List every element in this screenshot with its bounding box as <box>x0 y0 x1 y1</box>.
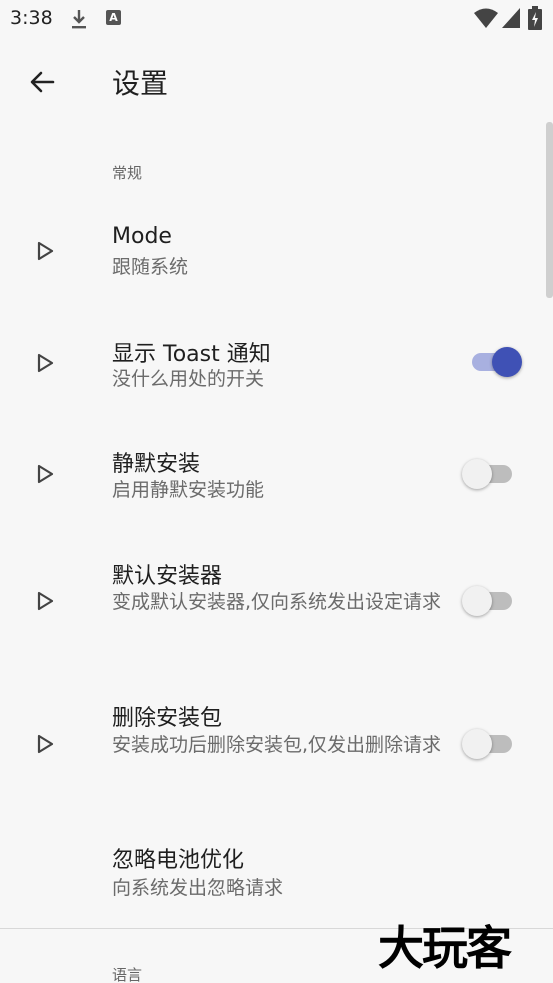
play-outline-icon <box>37 464 54 484</box>
silent-install-switch[interactable] <box>462 459 516 489</box>
pref-summary: 启用静默安装功能 <box>112 479 265 501</box>
page-title: 设置 <box>112 67 169 100</box>
play-outline-icon <box>37 353 54 373</box>
pref-default-installer[interactable]: 默认安装器 变成默认安装器,仅向系统发出设定请求 <box>0 546 553 686</box>
play-outline-icon <box>37 734 54 754</box>
toolbar: 设置 <box>0 38 553 124</box>
pref-summary: 没什么用处的开关 <box>112 368 265 390</box>
switch-thumb <box>492 347 522 377</box>
pref-mode[interactable]: Mode 跟随系统 <box>0 210 553 320</box>
delete-package-switch[interactable] <box>462 729 516 759</box>
signal-icon <box>502 8 520 28</box>
pref-summary: 向系统发出忽略请求 <box>112 877 284 899</box>
default-installer-switch[interactable] <box>462 586 516 616</box>
category-general: 常规 <box>112 164 143 182</box>
watermark: 大玩客 <box>378 921 512 975</box>
switch-thumb <box>462 586 492 616</box>
download-icon <box>72 10 86 29</box>
pref-summary: 变成默认安装器,仅向系统发出设定请求 <box>112 591 442 613</box>
battery-charging-icon <box>528 6 542 30</box>
play-outline-icon <box>37 241 54 261</box>
arrow-back-icon <box>30 71 55 93</box>
toast-switch[interactable] <box>462 347 522 377</box>
pref-summary: 跟随系统 <box>112 256 189 278</box>
pref-title: 忽略电池优化 <box>112 848 245 873</box>
pref-show-toast[interactable]: 显示 Toast 通知 没什么用处的开关 <box>0 322 553 432</box>
pref-silent-install[interactable]: 静默安装 启用静默安装功能 <box>0 434 553 544</box>
status-bar: 3:38 A <box>0 0 553 38</box>
pref-title: 删除安装包 <box>112 706 223 731</box>
wifi-icon <box>474 8 498 28</box>
back-button[interactable] <box>20 60 64 104</box>
status-time: 3:38 <box>10 7 53 29</box>
pref-summary: 安装成功后删除安装包,仅发出删除请求 <box>112 734 442 756</box>
switch-thumb <box>462 729 492 759</box>
pref-title: Mode <box>112 224 172 249</box>
category-language: 语言 <box>112 966 143 983</box>
pref-delete-package[interactable]: 删除安装包 安装成功后删除安装包,仅发出删除请求 <box>0 688 553 828</box>
app-notification-icon: A <box>106 10 121 25</box>
switch-thumb <box>462 459 492 489</box>
play-outline-icon <box>37 591 54 611</box>
